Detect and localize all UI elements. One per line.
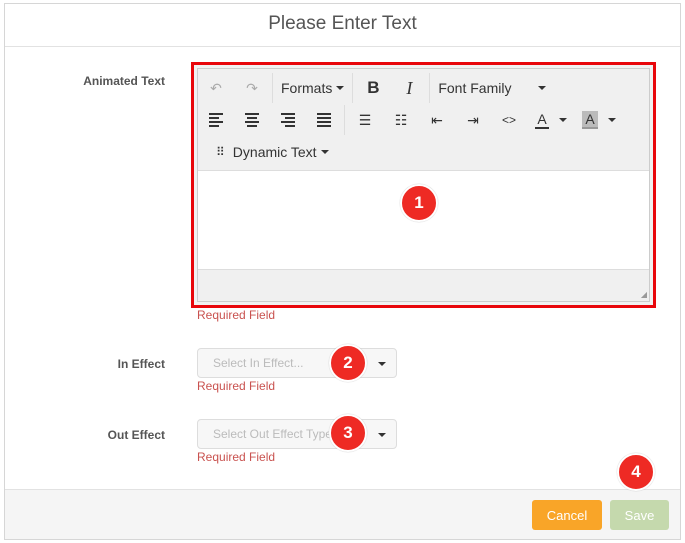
align-center-icon: [245, 113, 259, 127]
toolbar-row-1: ↶ ↷ Formats B I Font Family: [198, 73, 552, 103]
text-color-button[interactable]: A: [527, 106, 575, 134]
animated-text-label: Animated Text: [83, 74, 165, 88]
dynamic-text-label: Dynamic Text: [232, 144, 317, 160]
in-effect-select[interactable]: Select In Effect...: [197, 348, 397, 378]
formats-dropdown[interactable]: Formats: [275, 74, 350, 102]
cancel-button[interactable]: Cancel: [532, 500, 602, 530]
save-button[interactable]: Save: [610, 500, 669, 530]
background-color-button[interactable]: A: [575, 106, 623, 134]
step-badge-2: 2: [329, 344, 367, 382]
dialog-footer: Cancel Save: [5, 489, 680, 539]
out-effect-placeholder: Select Out Effect Type: [213, 427, 332, 441]
align-left-icon: [209, 113, 223, 127]
source-code-button[interactable]: <>: [491, 106, 527, 134]
chevron-down-icon: [378, 362, 386, 366]
font-family-dropdown[interactable]: Font Family: [432, 74, 552, 102]
justify-icon: [317, 113, 331, 127]
enter-text-dialog: Please Enter Text Animated Text ↶ ↷ Form…: [4, 3, 681, 540]
font-family-label: Font Family: [438, 80, 512, 96]
chevron-down-icon: [558, 118, 567, 122]
step-badge-1: 1: [400, 184, 438, 222]
redo-button[interactable]: ↷: [234, 74, 270, 102]
redo-icon: ↷: [246, 79, 258, 96]
toolbar-row-3: ⠿ Dynamic Text: [198, 137, 335, 167]
align-left-button[interactable]: [198, 106, 234, 134]
resize-handle-icon[interactable]: ◢: [641, 290, 647, 299]
toolbar-row-2: ☰ ☷ ⇤ ⇥ <> A A: [198, 105, 623, 135]
bullet-list-icon: ☰: [358, 111, 372, 128]
animated-text-error: Required Field: [197, 308, 276, 322]
outdent-button[interactable]: ⇤: [419, 106, 455, 134]
formats-label: Formats: [281, 80, 333, 96]
chevron-down-icon: [378, 433, 386, 437]
out-effect-label: Out Effect: [107, 428, 165, 442]
dialog-title: Please Enter Text: [5, 4, 680, 47]
undo-icon: ↶: [210, 79, 222, 96]
outdent-icon: ⇤: [431, 111, 443, 128]
align-right-icon: [281, 113, 295, 127]
chevron-down-icon: [336, 86, 345, 90]
out-effect-error: Required Field: [197, 450, 276, 464]
text-color-icon: A: [535, 111, 549, 129]
numbered-list-button[interactable]: ☷: [383, 106, 419, 134]
indent-button[interactable]: ⇥: [455, 106, 491, 134]
justify-button[interactable]: [306, 106, 342, 134]
chevron-down-icon: [607, 118, 616, 122]
dynamic-text-dropdown[interactable]: ⠿ Dynamic Text: [198, 138, 335, 166]
align-right-button[interactable]: [270, 106, 306, 134]
undo-button[interactable]: ↶: [198, 74, 234, 102]
bullet-list-button[interactable]: ☰: [347, 106, 383, 134]
indent-icon: ⇥: [467, 111, 479, 128]
italic-button[interactable]: I: [391, 74, 427, 102]
numbered-list-icon: ☷: [394, 111, 408, 128]
step-badge-3: 3: [329, 414, 367, 452]
in-effect-error: Required Field: [197, 379, 276, 393]
chevron-down-icon: [538, 86, 547, 90]
out-effect-select[interactable]: Select Out Effect Type: [197, 419, 397, 449]
in-effect-label: In Effect: [117, 357, 165, 371]
chevron-down-icon: [320, 150, 329, 154]
drag-handle-icon: ⠿: [216, 145, 225, 159]
align-center-button[interactable]: [234, 106, 270, 134]
background-color-icon: A: [582, 111, 598, 129]
in-effect-placeholder: Select In Effect...: [213, 356, 304, 370]
step-badge-4: 4: [617, 453, 655, 491]
bold-button[interactable]: B: [355, 74, 391, 102]
